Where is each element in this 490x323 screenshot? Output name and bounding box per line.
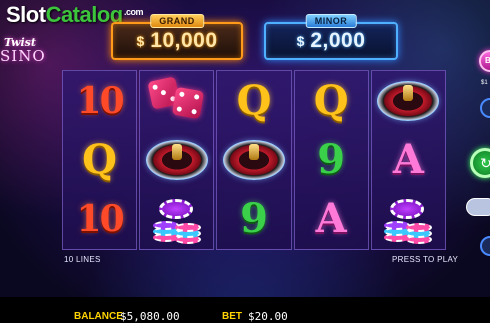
press-to-play-label[interactable]: PRESS TO PLAY	[392, 255, 458, 264]
chips-symbol	[142, 191, 212, 247]
symbol-text: Q	[82, 135, 118, 183]
symbol-9: 9	[296, 132, 366, 188]
symbol-text: 10	[76, 198, 125, 241]
reel-5: A	[370, 70, 447, 250]
balance-label: BALANCE	[74, 311, 123, 322]
minor-jackpot-panel: MINOR $ 2,000	[264, 14, 398, 60]
buy-feature-price: $1	[481, 80, 488, 86]
symbol-text: Q	[236, 76, 272, 124]
symbol-text: 10	[76, 79, 125, 122]
lines-count-label: 10 LINES	[64, 255, 101, 264]
symbol-text: 9	[240, 195, 268, 243]
casino-chips-icon	[380, 193, 436, 245]
reel-3: Q9	[216, 70, 292, 250]
minor-jackpot-currency: $	[296, 33, 305, 49]
game-logo: Twist SINO	[0, 36, 58, 66]
die-icon	[171, 86, 205, 119]
watermark-logo: SlotCatalog .com	[6, 2, 144, 28]
reel-2	[139, 70, 215, 250]
casino-chips-icon	[149, 193, 205, 245]
minor-jackpot-amount: 2,000	[310, 29, 366, 52]
spin-button[interactable]: ↻	[470, 148, 490, 178]
bet-settings-button[interactable]	[480, 236, 490, 256]
symbol-a: A	[373, 132, 443, 188]
symbol-text: A	[392, 135, 424, 183]
symbol-text: 9	[317, 135, 346, 183]
grand-jackpot-currency: $	[136, 33, 145, 49]
autoplay-toggle[interactable]	[466, 198, 490, 216]
bet-value[interactable]: $20.00	[248, 310, 288, 323]
symbol-10: 10	[65, 191, 135, 247]
game-logo-casino: SINO	[0, 47, 46, 65]
chips-symbol	[373, 191, 443, 247]
roulette-symbol	[142, 132, 212, 188]
reel-4: Q 9 A	[293, 70, 369, 250]
grand-jackpot-panel: GRAND $ 10,000	[111, 14, 243, 60]
symbol-text: A	[315, 195, 347, 243]
symbol-q: Q	[65, 132, 135, 188]
reel-grid[interactable]: 10 Q 10 Q 9 Q 9 A A	[62, 70, 447, 250]
bet-label: BET	[222, 311, 242, 322]
roulette-symbol	[373, 73, 443, 129]
symbol-10: 10	[65, 73, 135, 129]
symbol-q: Q	[219, 73, 289, 129]
roulette-wheel-icon	[145, 139, 208, 180]
roulette-wheel-icon	[377, 80, 440, 121]
minor-jackpot-label: MINOR	[305, 14, 357, 28]
symbol-9: 9	[219, 191, 289, 247]
roulette-wheel-icon	[223, 139, 285, 180]
symbol-q: Q	[296, 73, 366, 129]
watermark-slot-text: Slot	[6, 2, 46, 27]
dice-symbol	[142, 73, 212, 129]
buy-feature-button[interactable]: BU	[479, 50, 490, 72]
roulette-symbol	[219, 132, 289, 188]
reel-1: 10 Q 10	[62, 70, 138, 250]
symbol-text: Q	[313, 76, 349, 124]
buy-feature-label: BU	[485, 56, 490, 65]
spin-arrow-icon: ↻	[480, 155, 490, 171]
balance-value: $5,080.00	[120, 310, 180, 323]
symbol-a: A	[296, 191, 366, 247]
grand-jackpot-label: GRAND	[150, 14, 204, 28]
grand-jackpot-amount: 10,000	[150, 29, 218, 52]
settings-button[interactable]	[480, 98, 490, 118]
